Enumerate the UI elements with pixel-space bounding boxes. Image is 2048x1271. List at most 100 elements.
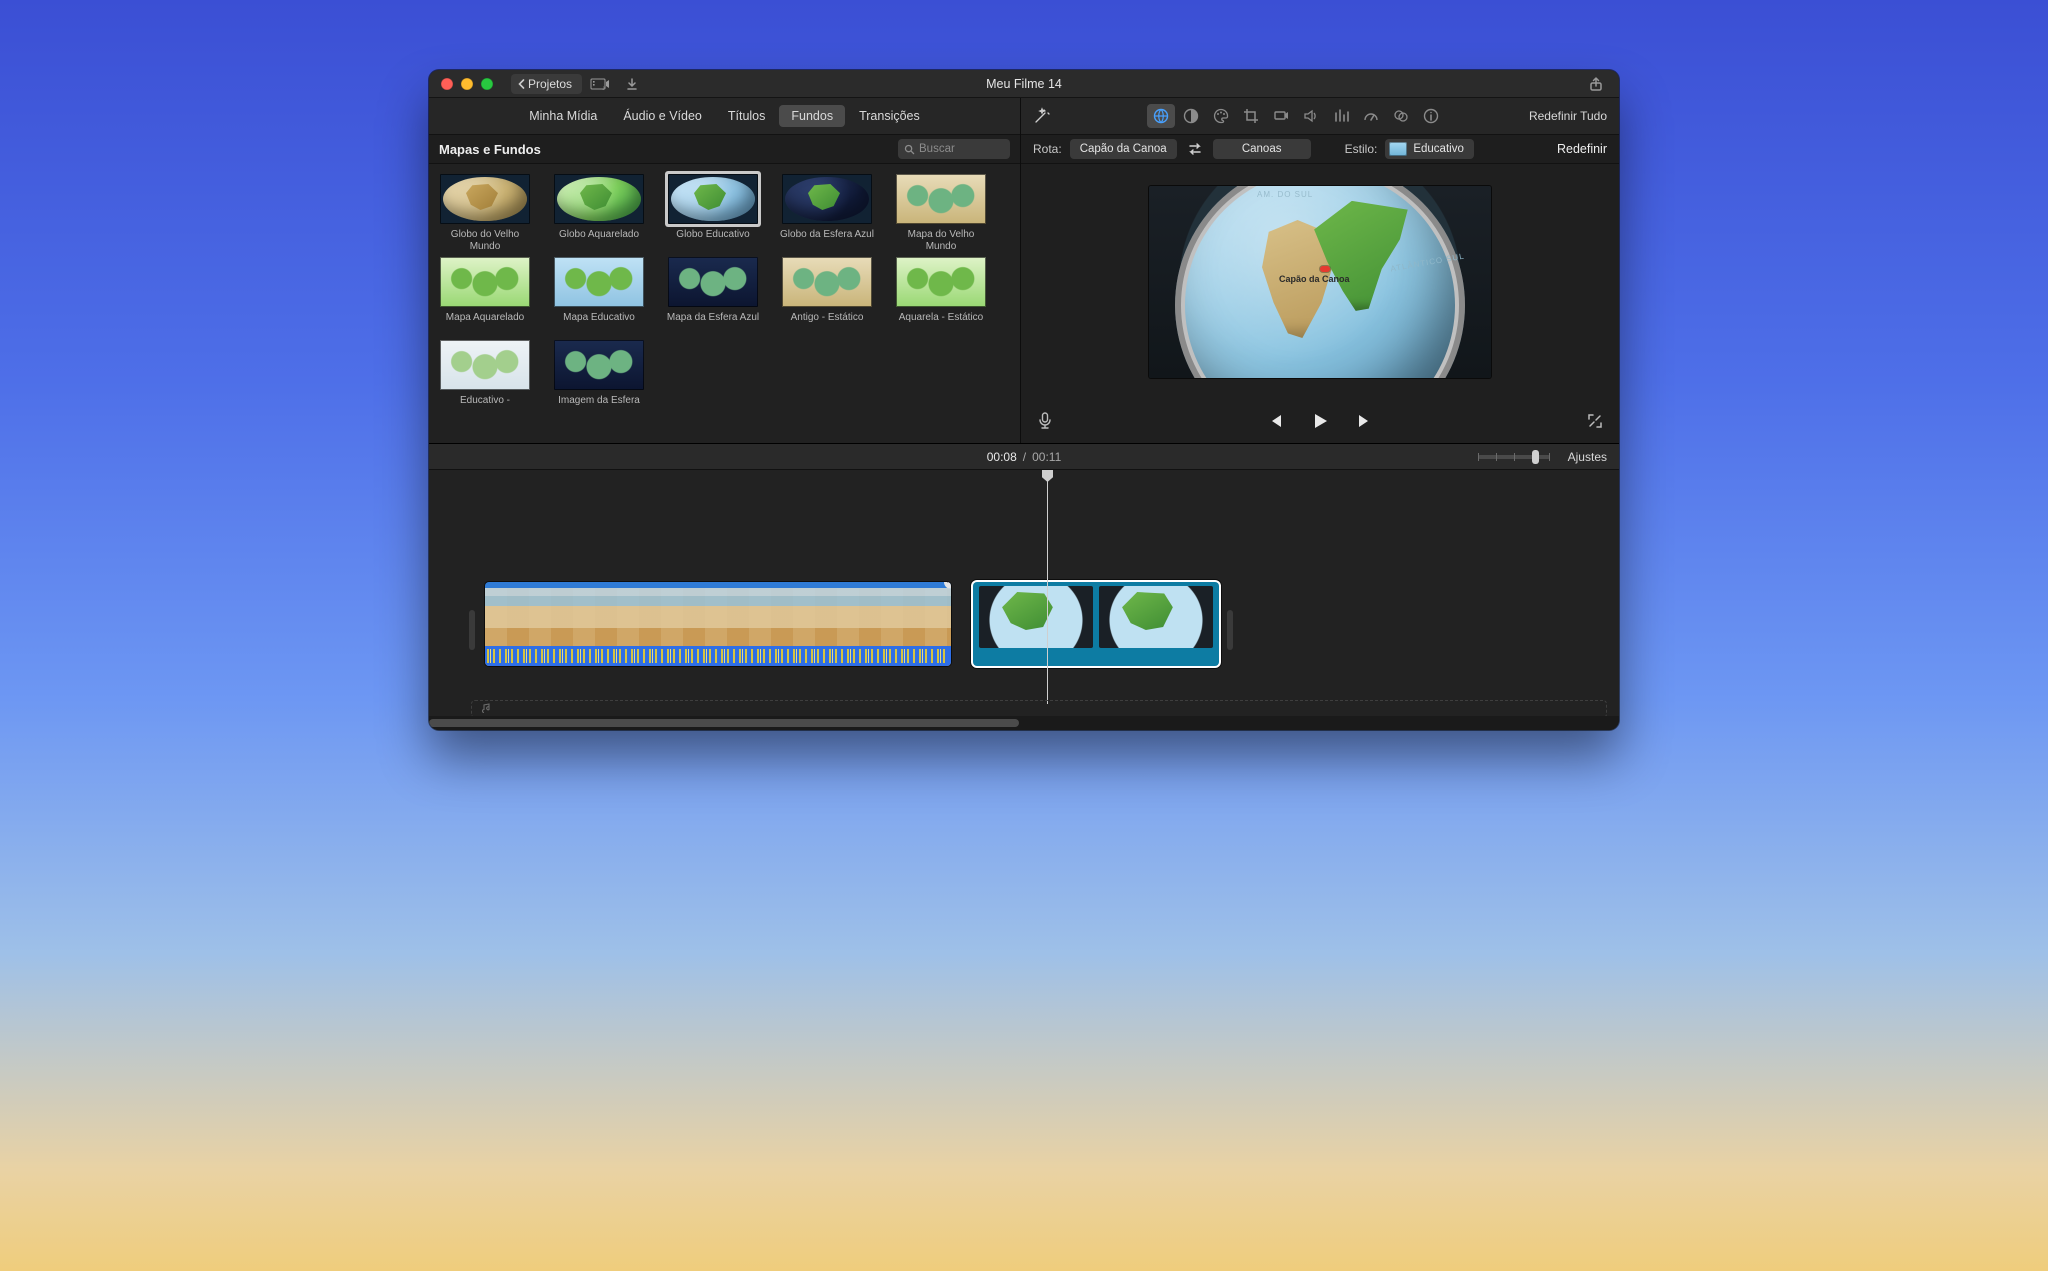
timeline-zoom-slider[interactable] xyxy=(1478,455,1550,459)
style-value: Educativo xyxy=(1413,143,1464,155)
reset-all-button[interactable]: Redefinir Tudo xyxy=(1529,109,1607,123)
background-label: Antigo - Estático xyxy=(791,312,864,336)
background-label: Mapa da Esfera Azul xyxy=(667,312,759,336)
globe-icon xyxy=(1152,107,1170,125)
background-item[interactable]: Globo da Esfera Azul xyxy=(779,174,875,253)
background-thumbnail xyxy=(554,340,644,390)
stabilize-adjust-button[interactable] xyxy=(1267,104,1295,128)
browser-subheader: Mapas e Fundos Buscar xyxy=(429,134,1020,164)
background-label: Mapa Educativo xyxy=(563,312,635,336)
horizontal-scrollbar[interactable] xyxy=(429,716,1619,730)
back-to-projects-button[interactable]: Projetos xyxy=(511,74,582,94)
browser-tabs: Minha MídiaÁudio e VídeoTítulosFundosTra… xyxy=(429,98,1020,134)
background-label: Mapa do Velho Mundo xyxy=(893,229,989,253)
play-button[interactable] xyxy=(1310,411,1330,431)
eq-icon xyxy=(1332,107,1350,125)
search-input[interactable]: Buscar xyxy=(898,139,1010,159)
background-item[interactable]: Globo Aquarelado xyxy=(551,174,647,253)
map-inspector-bar: Rota: Capão da Canoa Canoas Estilo: Educ… xyxy=(1021,134,1619,164)
speed-icon xyxy=(1362,107,1380,125)
enhance-button[interactable] xyxy=(1033,107,1051,125)
info-adjust-button[interactable] xyxy=(1417,104,1445,128)
timeline[interactable]: ⋯ xyxy=(429,470,1619,730)
background-item[interactable]: Mapa Aquarelado xyxy=(437,257,533,336)
background-thumbnail xyxy=(668,174,758,224)
preview-region-label: AM. DO SUL xyxy=(1257,190,1313,199)
import-media-button[interactable]: ♪ xyxy=(586,74,614,94)
background-item[interactable]: Mapa da Esfera Azul xyxy=(665,257,761,336)
background-label: Globo do Velho Mundo xyxy=(437,229,533,253)
route-start-button[interactable]: Capão da Canoa xyxy=(1070,139,1177,159)
transport-controls xyxy=(1021,399,1619,443)
search-placeholder: Buscar xyxy=(919,143,955,155)
reset-button[interactable]: Redefinir xyxy=(1557,142,1607,156)
preview-viewer[interactable]: AM. DO SUL Capão da Canoa ATLÂNTICO SUL xyxy=(1021,164,1619,399)
titlebar: Projetos ♪ Meu Filme 14 xyxy=(429,70,1619,98)
next-button[interactable] xyxy=(1356,413,1374,429)
tab-transi-es[interactable]: Transições xyxy=(847,105,932,127)
filter-adjust-button[interactable] xyxy=(1387,104,1415,128)
info-icon xyxy=(1422,107,1440,125)
voiceover-button[interactable] xyxy=(1037,411,1053,431)
background-item[interactable]: Globo Educativo xyxy=(665,174,761,253)
volume-icon xyxy=(1302,107,1320,125)
tab-fundos[interactable]: Fundos xyxy=(779,105,845,127)
background-thumbnail xyxy=(440,257,530,307)
video-track: ⋯ xyxy=(429,580,1619,668)
style-picker[interactable]: Educativo xyxy=(1385,139,1474,159)
tab-minha-m-dia[interactable]: Minha Mídia xyxy=(517,105,609,127)
speed-adjust-button[interactable] xyxy=(1357,104,1385,128)
volume-adjust-button[interactable] xyxy=(1297,104,1325,128)
tab--udio-e-v-deo[interactable]: Áudio e Vídeo xyxy=(611,105,714,127)
style-label: Estilo: xyxy=(1345,142,1378,156)
background-thumbnail xyxy=(440,174,530,224)
clip-edge-handle-right[interactable] xyxy=(1227,610,1233,650)
palette-adjust-button[interactable] xyxy=(1207,104,1235,128)
imovie-window: Projetos ♪ Meu Filme 14 Minha MídiaÁudio… xyxy=(429,70,1619,730)
inspector-toolbar: Redefinir Tudo xyxy=(1021,98,1619,134)
music-icon xyxy=(480,703,492,715)
close-window-button[interactable] xyxy=(441,78,453,90)
style-swatch-icon xyxy=(1389,142,1407,156)
clip-options-button[interactable]: ⋯ xyxy=(944,582,951,589)
background-item[interactable]: Mapa Educativo xyxy=(551,257,647,336)
background-thumbnail xyxy=(782,257,872,307)
eq-adjust-button[interactable] xyxy=(1327,104,1355,128)
share-button[interactable] xyxy=(1585,74,1607,94)
section-title: Mapas e Fundos xyxy=(439,142,541,157)
filter-icon xyxy=(1392,107,1410,125)
route-label: Rota: xyxy=(1033,142,1062,156)
download-button[interactable] xyxy=(618,74,646,94)
audio-waveform xyxy=(485,646,951,666)
background-item[interactable]: Educativo - xyxy=(437,340,533,419)
crop-adjust-button[interactable] xyxy=(1237,104,1265,128)
preview-stage: AM. DO SUL Capão da Canoa ATLÂNTICO SUL xyxy=(1149,186,1491,378)
tab-t-tulos[interactable]: Títulos xyxy=(716,105,778,127)
window-controls xyxy=(441,78,493,90)
stabilize-icon xyxy=(1272,107,1290,125)
media-browser-panel: Minha MídiaÁudio e VídeoTítulosFundosTra… xyxy=(429,98,1021,443)
background-thumbnail xyxy=(554,174,644,224)
background-item[interactable]: Imagem da Esfera xyxy=(551,340,647,419)
background-item[interactable]: Mapa do Velho Mundo xyxy=(893,174,989,253)
backgrounds-browser[interactable]: Globo do Velho Mundo Globo Aquarelado Glob… xyxy=(429,164,1020,443)
zoom-window-button[interactable] xyxy=(481,78,493,90)
timeline-settings-button[interactable]: Ajustes xyxy=(1568,450,1607,464)
background-thumbnail xyxy=(896,257,986,307)
clip-edge-handle-left[interactable] xyxy=(469,610,475,650)
background-item[interactable]: Aquarela - Estático xyxy=(893,257,989,336)
fullscreen-button[interactable] xyxy=(1587,413,1603,429)
background-item[interactable]: Globo do Velho Mundo xyxy=(437,174,533,253)
minimize-window-button[interactable] xyxy=(461,78,473,90)
background-thumbnail xyxy=(554,257,644,307)
route-end-button[interactable]: Canoas xyxy=(1213,139,1311,159)
background-label: Globo Educativo xyxy=(676,229,749,253)
timeline-clip-beach[interactable]: ⋯ xyxy=(485,582,951,666)
timeline-clip-globe[interactable] xyxy=(973,582,1219,666)
background-item[interactable]: Antigo - Estático xyxy=(779,257,875,336)
prev-button[interactable] xyxy=(1266,413,1284,429)
globe-adjust-button[interactable] xyxy=(1147,104,1175,128)
playhead[interactable] xyxy=(1047,470,1048,704)
swap-route-button[interactable] xyxy=(1185,142,1205,156)
contrast-adjust-button[interactable] xyxy=(1177,104,1205,128)
